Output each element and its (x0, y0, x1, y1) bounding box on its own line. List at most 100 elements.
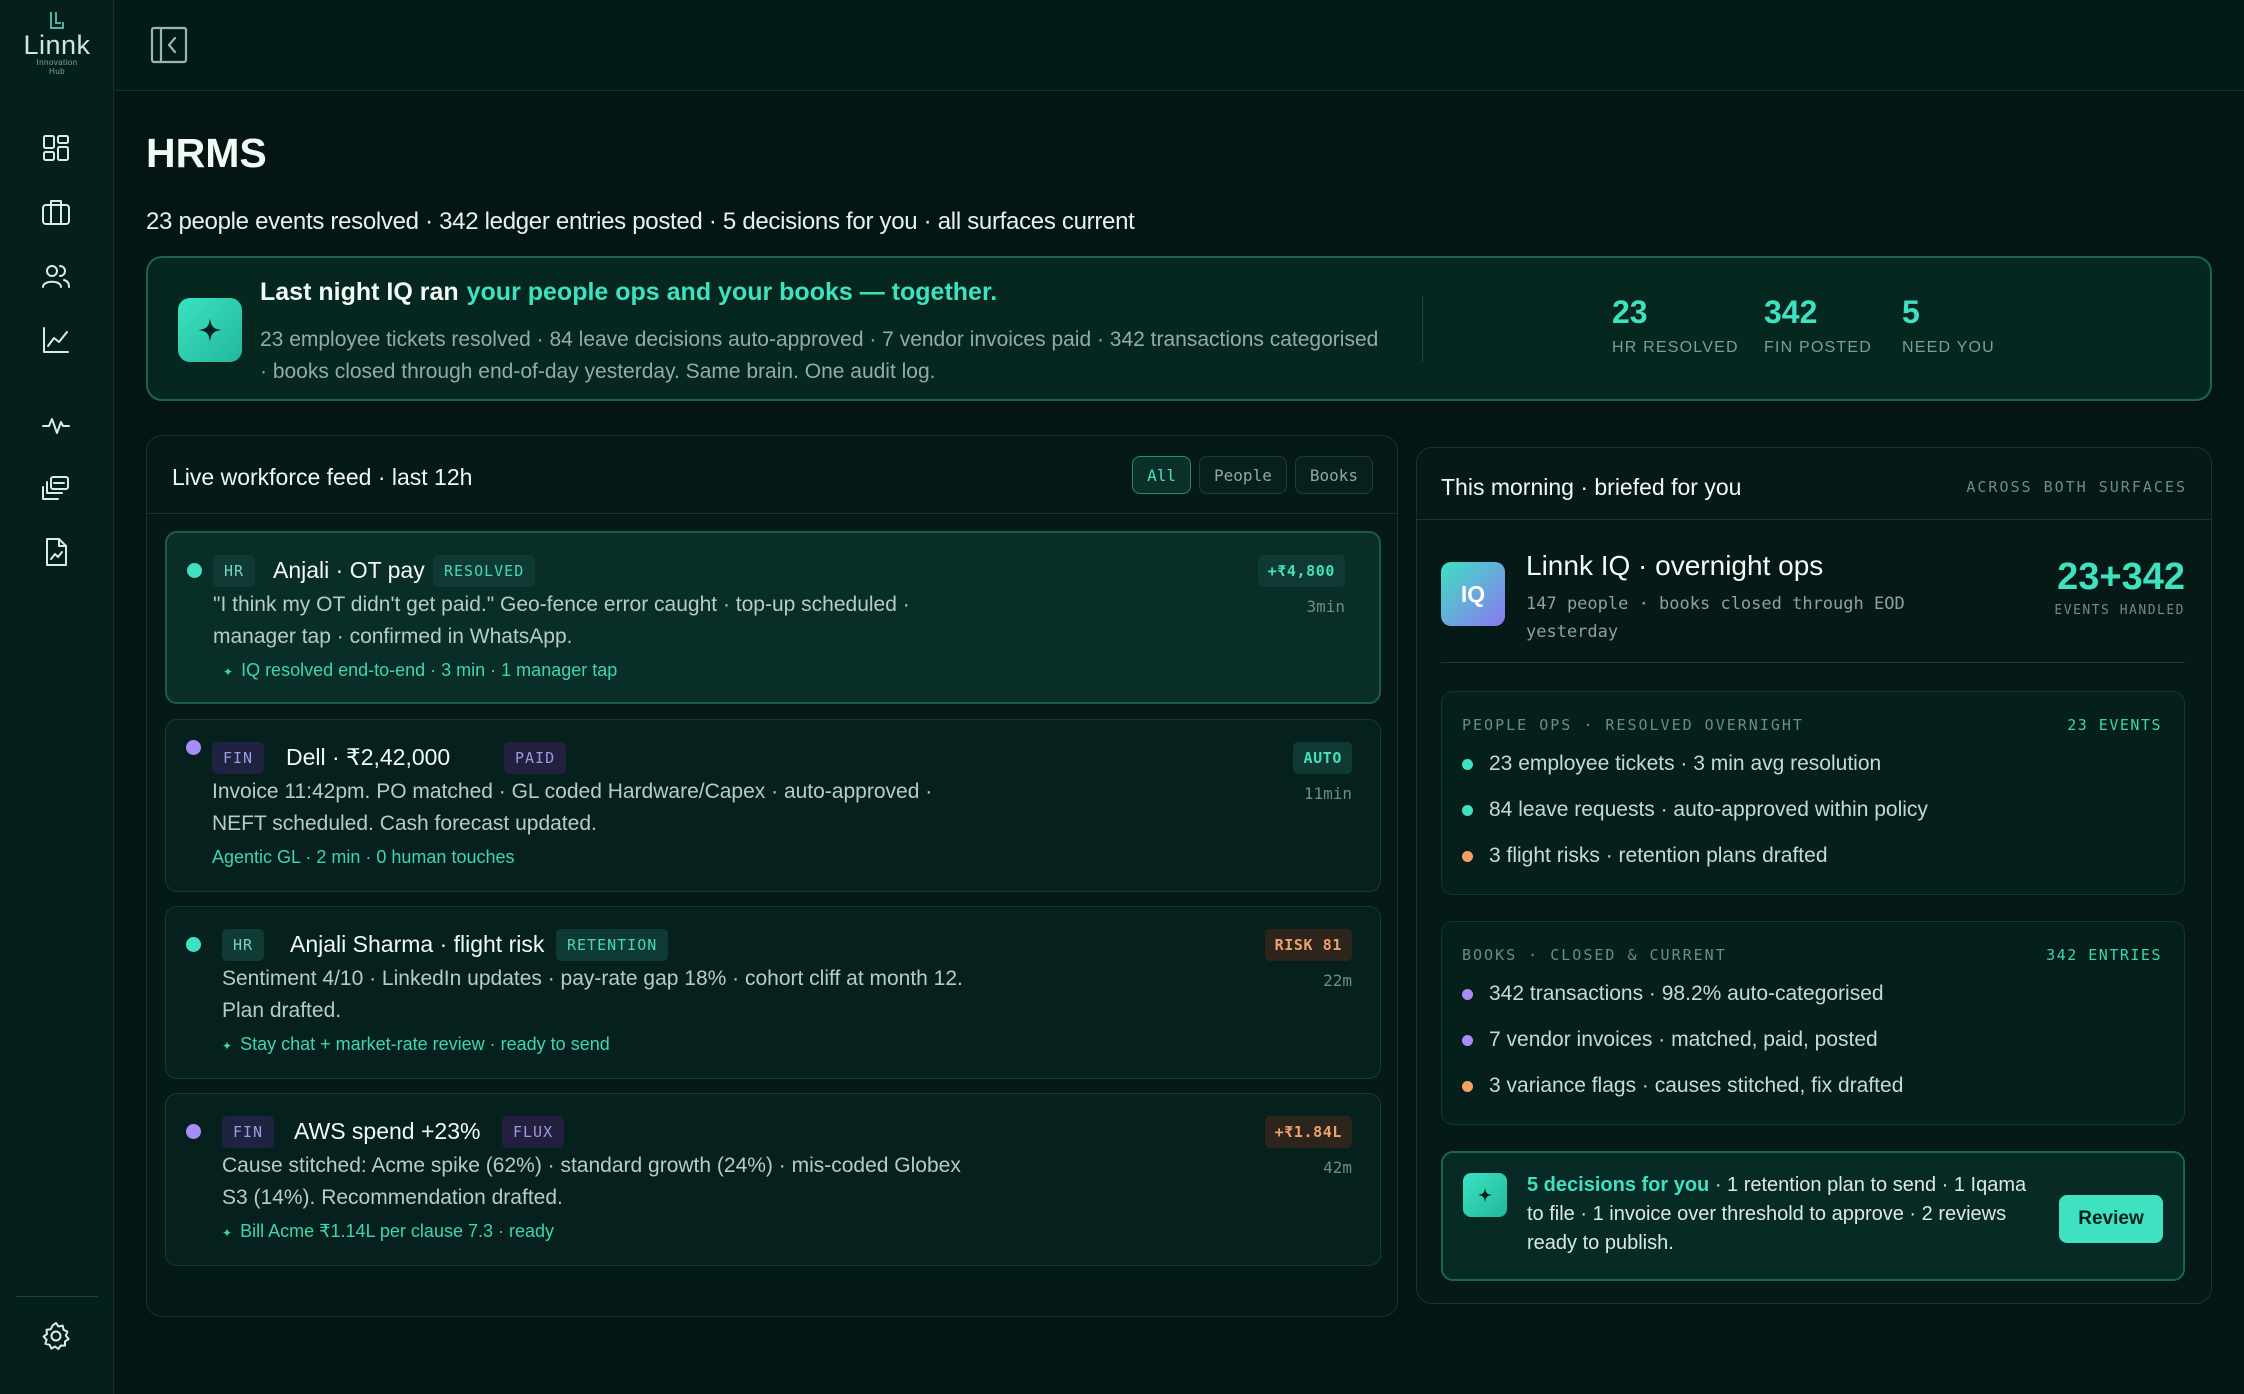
events-handled-stat: 23+342 EVENTS HANDLED (2054, 556, 2185, 618)
banner-headline: Last night IQ ran your people ops and you… (260, 278, 997, 307)
chart-icon[interactable] (39, 323, 73, 357)
card-footer: ✦ IQ resolved end-to-end · 3 min · 1 mana… (223, 660, 617, 681)
card-footer-text: Bill Acme ₹1.14L per clause 7.3 · ready (240, 1221, 555, 1241)
category-tag: FIN (212, 742, 265, 774)
filter-books[interactable]: Books (1294, 456, 1373, 494)
banner-accent-text: your people ops and your books — togethe… (466, 278, 998, 306)
activity-icon[interactable] (39, 408, 73, 442)
feed-card[interactable]: FIN AWS spend +23% FLUX Cause stitched: … (165, 1093, 1381, 1266)
feed-card[interactable]: HR Anjali · OT pay RESOLVED "I think my … (165, 531, 1381, 704)
people-icon[interactable] (39, 259, 73, 293)
amount-badge: +₹1.84L (1264, 1116, 1352, 1148)
stat-value: 23 (1612, 294, 1648, 330)
banner-description: 23 employee tickets resolved · 84 leave … (260, 328, 1379, 383)
stat-value: 5 (1902, 294, 1920, 330)
risk-badge: RISK 81 (1264, 929, 1352, 961)
report-icon[interactable] (39, 535, 73, 569)
live-feed-panel: Live workforce feed · last 12h All Peopl… (146, 435, 1398, 1317)
morning-brief-panel: This morning · briefed for you ACROSS BO… (1416, 447, 2212, 1304)
briefcase-icon[interactable] (39, 195, 73, 229)
stat-value: 342 (1764, 294, 1818, 330)
bullet-dot (1462, 850, 1473, 862)
banner-lead-text: Last night IQ ran (260, 278, 459, 306)
bullet-dot (1462, 1034, 1473, 1046)
app-logo[interactable]: Linnk Innovation Hub (20, 10, 94, 82)
page-summary: 23 people events resolved · 342 ledger e… (146, 208, 1135, 235)
card-title: Anjali Sharma · flight risk (290, 931, 545, 957)
card-body: Sentiment 4/10 · LinkedIn updates · pay-… (222, 967, 963, 1022)
banner-divider (1422, 296, 1423, 362)
feed-card[interactable]: FIN Dell · ₹2,42,000 PAID Invoice 11:42p… (165, 719, 1381, 892)
section-count: 23 EVENTS (2067, 716, 2162, 734)
list-item: 23 employee tickets · 3 min avg resoluti… (1462, 752, 1881, 776)
sidebar: Linnk Innovation Hub (0, 0, 114, 1394)
decisions-text: 5 decisions for you · 1 retention plan t… (1527, 1171, 2047, 1258)
sparkle-icon: ✦ (223, 665, 234, 679)
timestamp: 3min (1306, 597, 1345, 616)
iq-avatar: IQ (1441, 562, 1505, 626)
people-ops-section: PEOPLE OPS · RESOLVED OVERNIGHT 23 EVENT… (1441, 691, 2185, 895)
timestamp: 42m (1323, 1158, 1352, 1177)
logo-text: Linnk (23, 30, 91, 60)
stat-fin-posted: 342 FIN POSTED (1764, 294, 1872, 357)
brief-title: This morning · briefed for you (1441, 474, 1742, 500)
stat-label: EVENTS HANDLED (2054, 603, 2185, 618)
stat-hr-resolved: 23 HR RESOLVED (1612, 294, 1739, 357)
collapse-sidebar-icon[interactable] (150, 26, 188, 64)
card-body: Invoice 11:42pm. PO matched · GL coded H… (212, 780, 933, 835)
sparkle-icon (1463, 1173, 1507, 1217)
feed-card[interactable]: HR Anjali Sharma · flight risk RETENTION… (165, 906, 1381, 1079)
bullet-dot (1462, 758, 1473, 770)
brief-divider-2 (1441, 662, 2185, 663)
card-body: "I think my OT didn't get paid." Geo-fen… (213, 593, 910, 648)
list-item-text: 7 vendor invoices · matched, paid, poste… (1489, 1028, 1878, 1051)
decisions-callout: 5 decisions for you · 1 retention plan t… (1441, 1151, 2185, 1281)
category-tag: FIN (222, 1116, 275, 1148)
brief-divider (1417, 519, 2211, 520)
card-footer: ✦ Stay chat + market-rate review · ready … (222, 1034, 610, 1055)
books-section: BOOKS · CLOSED & CURRENT 342 ENTRIES 342… (1441, 921, 2185, 1125)
card-title: Dell · ₹2,42,000 (286, 744, 451, 770)
bullet-dot (1462, 1080, 1473, 1092)
card-body: Cause stitched: Acme spike (62%) · stand… (222, 1154, 961, 1209)
card-footer: Agentic GL · 2 min · 0 human touches (212, 847, 515, 867)
section-count: 342 ENTRIES (2046, 946, 2162, 964)
list-item-text: 84 leave requests · auto-approved within… (1489, 798, 1928, 821)
list-item-text: 3 flight risks · retention plans drafted (1489, 844, 1828, 867)
list-item: 3 variance flags · causes stitched, fix … (1462, 1074, 1903, 1098)
decisions-count: 5 decisions for you (1527, 1174, 1710, 1196)
feed-title: Live workforce feed · last 12h (172, 464, 473, 490)
list-item: 342 transactions · 98.2% auto-categorise… (1462, 982, 1884, 1006)
filter-people[interactable]: People (1199, 456, 1287, 494)
review-button[interactable]: Review (2059, 1195, 2163, 1243)
sidebar-divider (16, 1296, 98, 1297)
status-tag: RETENTION (556, 929, 669, 961)
section-heading: PEOPLE OPS · RESOLVED OVERNIGHT (1462, 716, 1804, 734)
stat-label: NEED YOU (1902, 339, 1995, 356)
list-item-text: 23 employee tickets · 3 min avg resoluti… (1489, 752, 1882, 775)
filter-all[interactable]: All (1132, 456, 1192, 494)
sparkle-icon: ✦ (222, 1226, 233, 1240)
card-footer-text: Stay chat + market-rate review · ready t… (240, 1034, 610, 1054)
layers-icon[interactable] (39, 472, 73, 506)
status-dot (186, 740, 201, 755)
timestamp: 11min (1303, 784, 1352, 803)
auto-badge: AUTO (1293, 742, 1352, 774)
timestamp: 22m (1323, 971, 1352, 990)
page-title: HRMS (146, 130, 267, 176)
sparkle-icon: ✦ (222, 1039, 233, 1053)
stat-need-you: 5 NEED YOU (1902, 294, 1995, 357)
feed-filters: All People Books (1132, 456, 1373, 494)
status-tag: FLUX (502, 1116, 565, 1148)
list-item-text: 3 variance flags · causes stitched, fix … (1489, 1074, 1904, 1097)
dashboard-icon[interactable] (39, 131, 73, 165)
list-item-text: 342 transactions · 98.2% auto-categorise… (1489, 982, 1884, 1005)
card-footer-text: IQ resolved end-to-end · 3 min · 1 manag… (241, 660, 618, 680)
gear-icon[interactable] (39, 1319, 73, 1353)
iq-title: Linnk IQ · overnight ops (1526, 550, 1824, 581)
iq-subtitle: 147 people · books closed through EOD ye… (1526, 594, 1905, 642)
list-item: 3 flight risks · retention plans drafted (1462, 844, 1828, 868)
stat-label: HR RESOLVED (1612, 339, 1739, 356)
logo-subtitle-2: Hub (49, 67, 65, 76)
card-title: Anjali · OT pay (273, 557, 425, 583)
